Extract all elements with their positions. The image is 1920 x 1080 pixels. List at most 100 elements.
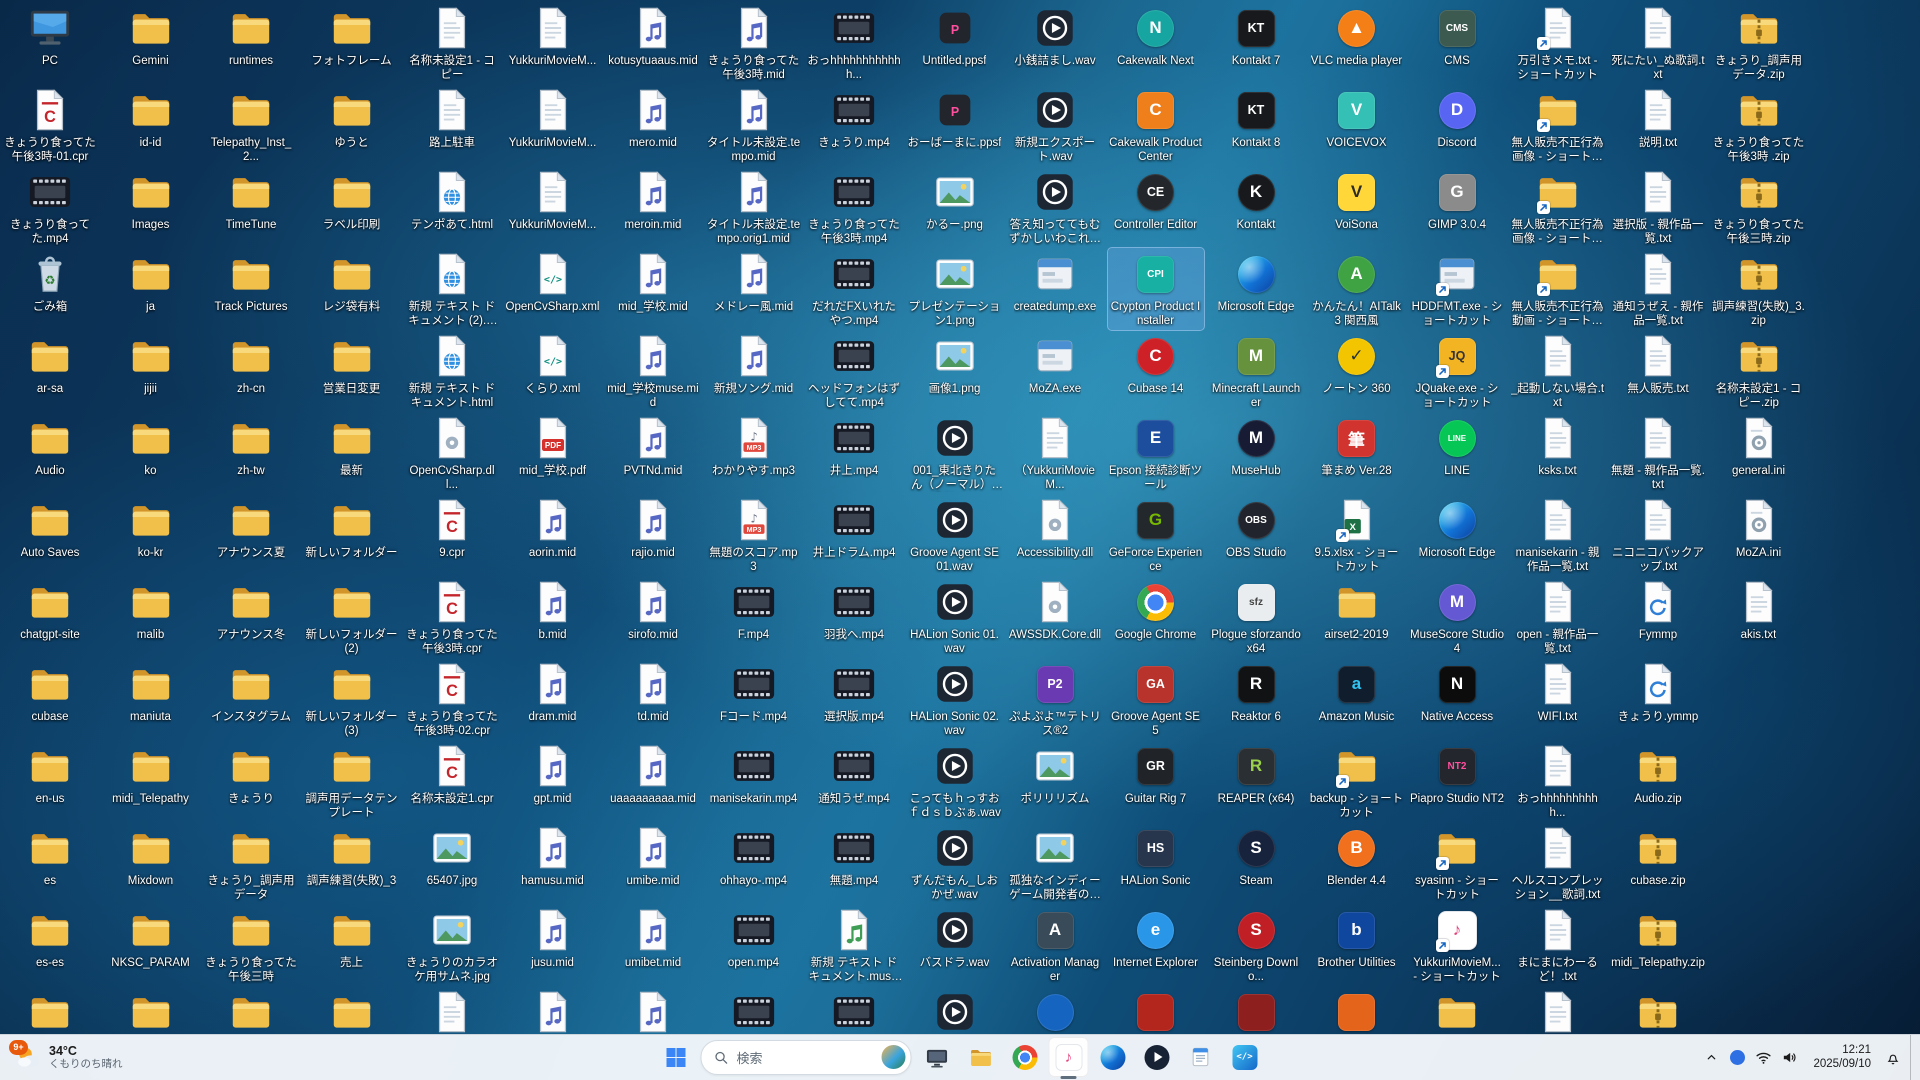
- desktop-icon[interactable]: mero.mid: [605, 84, 701, 152]
- taskbar-app-notepad[interactable]: [1181, 1037, 1221, 1077]
- desktop-icon[interactable]: 万引きメモ.txt - ショートカット: [1510, 2, 1606, 84]
- desktop-icon[interactable]: インスタグラム: [203, 658, 299, 726]
- desktop-icon[interactable]: 調声練習(失敗)_3: [304, 822, 400, 890]
- desktop-icon[interactable]: [1007, 986, 1103, 1040]
- desktop-icon[interactable]: NT2Piapro Studio NT2: [1409, 740, 1505, 808]
- desktop-icon[interactable]: 新しいフォルダー (2): [304, 576, 400, 658]
- desktop-icon[interactable]: MMinecraft Launcher: [1208, 330, 1304, 412]
- taskbar-app-media-player[interactable]: [1137, 1037, 1177, 1077]
- desktop-icon[interactable]: VVOICEVOX: [1309, 84, 1405, 152]
- desktop-icon[interactable]: PVTNd.mid: [605, 412, 701, 480]
- desktop-icon[interactable]: </>くらり.xml: [505, 330, 601, 398]
- desktop-icon[interactable]: td.mid: [605, 658, 701, 726]
- desktop-icon[interactable]: [1610, 986, 1706, 1040]
- desktop-icon[interactable]: zh-cn: [203, 330, 299, 398]
- desktop-icon[interactable]: ko: [103, 412, 199, 480]
- clock[interactable]: 12:21 2025/09/10: [1803, 1044, 1879, 1071]
- desktop-icon[interactable]: CEController Editor: [1108, 166, 1204, 234]
- desktop-icon[interactable]: en-us: [2, 740, 98, 808]
- desktop-icon[interactable]: OBSOBS Studio: [1208, 494, 1304, 562]
- desktop-icon[interactable]: DDiscord: [1409, 84, 1505, 152]
- notification-bell-icon[interactable]: [1881, 1040, 1905, 1076]
- desktop-icon[interactable]: 説明.txt: [1610, 84, 1706, 152]
- desktop-icon[interactable]: midi_Telepathy: [103, 740, 199, 808]
- desktop-icon[interactable]: ♪YukkuriMovieM... - ショートカット: [1409, 904, 1505, 986]
- desktop-icon[interactable]: 新しいフォルダー: [304, 494, 400, 562]
- desktop-icon[interactable]: NNative Access: [1409, 658, 1505, 726]
- desktop-icon[interactable]: Telepathy_Inst_2...: [203, 84, 299, 166]
- desktop-icon[interactable]: KTKontakt 8: [1208, 84, 1304, 152]
- desktop-icon[interactable]: b.mid: [505, 576, 601, 644]
- desktop-icon[interactable]: umibe.mid: [605, 822, 701, 890]
- search-highlight-icon[interactable]: [882, 1045, 906, 1069]
- desktop-icon[interactable]: 孤独なインディーゲーム開発者の一生...: [1007, 822, 1103, 904]
- desktop-icon[interactable]: GGIMP 3.0.4: [1409, 166, 1505, 234]
- desktop-icon[interactable]: ksks.txt: [1510, 412, 1606, 480]
- desktop-icon[interactable]: 名称未設定1 - コピー: [404, 2, 500, 84]
- desktop-icon[interactable]: メドレー風.mid: [706, 248, 802, 316]
- desktop-icon[interactable]: RREAPER (x64): [1208, 740, 1304, 808]
- desktop-icon[interactable]: GRGuitar Rig 7: [1108, 740, 1204, 808]
- desktop-icon[interactable]: タイトル未設定.tempo.orig1.mid: [706, 166, 802, 248]
- desktop-icon[interactable]: cubase.zip: [1610, 822, 1706, 890]
- desktop-icon[interactable]: meroin.mid: [605, 166, 701, 234]
- desktop-icon[interactable]: 新規ソング.mid: [706, 330, 802, 398]
- desktop-icon[interactable]: BBlender 4.4: [1309, 822, 1405, 890]
- desktop-icon[interactable]: jusu.mid: [505, 904, 601, 972]
- desktop-icon[interactable]: 最新: [304, 412, 400, 480]
- desktop-icon[interactable]: uaaaaaaaaa.mid: [605, 740, 701, 808]
- desktop-icon[interactable]: HALion Sonic 02.wav: [907, 658, 1003, 740]
- desktop-icon[interactable]: [103, 986, 199, 1040]
- desktop-icon[interactable]: きょうり食ってた午後3時 .zip: [1711, 84, 1807, 166]
- desktop-icon[interactable]: 名称未設定1 - コピー.zip: [1711, 330, 1807, 412]
- weather-widget[interactable]: 9+ 34°C くもりのち晴れ: [6, 1037, 132, 1077]
- desktop-icon[interactable]: HDDFMT.exe - ショートカット: [1409, 248, 1505, 330]
- desktop-icon[interactable]: midi_Telepathy.zip: [1610, 904, 1706, 972]
- desktop-icon[interactable]: umibet.mid: [605, 904, 701, 972]
- desktop-icon[interactable]: GGeForce Experience: [1108, 494, 1204, 576]
- desktop-icon[interactable]: きょうり食ってた午後3時.mid: [706, 2, 802, 84]
- desktop-icon[interactable]: chatgpt-site: [2, 576, 98, 644]
- desktop-icon[interactable]: gpt.mid: [505, 740, 601, 808]
- desktop-icon[interactable]: Cきょうり食ってた午後3時-02.cpr: [404, 658, 500, 740]
- desktop-icon[interactable]: Pおーばーまに.ppsf: [907, 84, 1003, 152]
- desktop-icon[interactable]: CPICrypton Product Installer: [1108, 248, 1204, 330]
- desktop-icon[interactable]: Aかんたん！AITalk 3 関西風: [1309, 248, 1405, 330]
- desktop-icon[interactable]: ニコニコバックアップ.txt: [1610, 494, 1706, 576]
- desktop-icon[interactable]: ヘッドフォンはずしてて.mp4: [806, 330, 902, 412]
- desktop-icon[interactable]: CCakewalk Product Center: [1108, 84, 1204, 166]
- desktop-icon[interactable]: manisekarin - 親作品一覧.txt: [1510, 494, 1606, 576]
- desktop-icon[interactable]: C名称未設定1.cpr: [404, 740, 500, 808]
- desktop-icon[interactable]: [1208, 986, 1304, 1040]
- desktop-icon[interactable]: こってもｈっすおｆｄｓｂぶぁ.wav: [907, 740, 1003, 822]
- desktop-icon[interactable]: 無人販売不正行為動画 - ショートカット: [1510, 248, 1606, 330]
- desktop-icon[interactable]: きょうり食ってた午後三時: [203, 904, 299, 986]
- desktop-icon[interactable]: 通知うぜえ - 親作品一覧.txt: [1610, 248, 1706, 330]
- desktop-icon[interactable]: まにまにわーるど！.txt: [1510, 904, 1606, 986]
- desktop-icon[interactable]: ゆうと: [304, 84, 400, 152]
- start-button[interactable]: [656, 1037, 696, 1077]
- desktop-icon[interactable]: jijii: [103, 330, 199, 398]
- desktop-icon[interactable]: 筆筆まめ Ver.28: [1309, 412, 1405, 480]
- desktop-icon[interactable]: 無人販売.txt: [1610, 330, 1706, 398]
- desktop-icon[interactable]: おっhhhhhhhhhh...: [1510, 740, 1606, 822]
- desktop-icon[interactable]: RReaktor 6: [1208, 658, 1304, 726]
- taskbar-app-music-app[interactable]: ♪: [1049, 1037, 1089, 1077]
- desktop-icon[interactable]: 001_東北きりたん（ノーマル）_今じゃ...: [907, 412, 1003, 494]
- desktop-icon[interactable]: だれだFXいれたやつ.mp4: [806, 248, 902, 330]
- tray-app-icon[interactable]: [1725, 1040, 1749, 1076]
- desktop-icon[interactable]: [1510, 986, 1606, 1040]
- desktop-icon[interactable]: バスドラ.wav: [907, 904, 1003, 972]
- desktop-icon[interactable]: YukkuriMovieM...: [505, 166, 601, 234]
- desktop-icon[interactable]: Audio.zip: [1610, 740, 1706, 808]
- desktop-icon[interactable]: きょうり.ymmp: [1610, 658, 1706, 726]
- desktop-icon[interactable]: HSHALion Sonic: [1108, 822, 1204, 890]
- desktop-icon[interactable]: AActivation Manager: [1007, 904, 1103, 986]
- desktop-icon[interactable]: Gemini: [103, 2, 199, 70]
- desktop-icon[interactable]: PUntitled.ppsf: [907, 2, 1003, 70]
- desktop-icon[interactable]: eInternet Explorer: [1108, 904, 1204, 972]
- desktop-icon[interactable]: ja: [103, 248, 199, 316]
- desktop-icon[interactable]: P2ぷよぷよ™テトリス®2: [1007, 658, 1103, 740]
- desktop-icon[interactable]: id-id: [103, 84, 199, 152]
- desktop-icon[interactable]: ラベル印刷: [304, 166, 400, 234]
